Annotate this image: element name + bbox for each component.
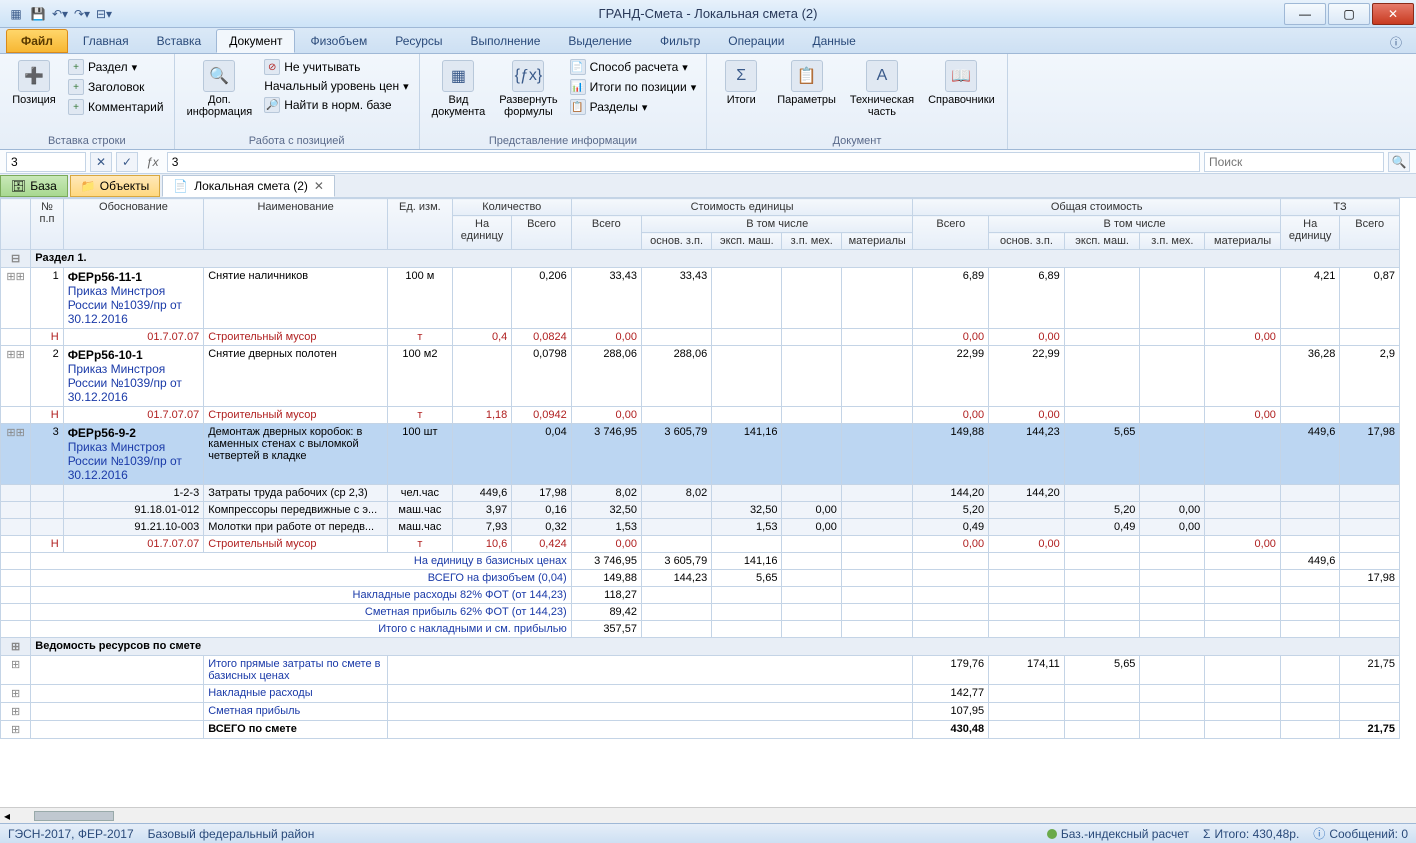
- db-icon: 🗄: [11, 179, 26, 193]
- total-row: ⊞ВСЕГО по смете430,4821,75: [1, 721, 1400, 739]
- app-icon: ▦: [8, 6, 24, 22]
- resource-row[interactable]: Н01.7.07.07Строительный мусорт1,180,0942…: [1, 407, 1400, 424]
- search-icon[interactable]: 🔍: [1388, 152, 1410, 172]
- total-row: ⊞Итого прямые затраты по смете в базисны…: [1, 656, 1400, 685]
- book-icon: 📖: [945, 60, 977, 92]
- doc-icon: 📄: [173, 179, 188, 193]
- nach-uroven-button[interactable]: Начальный уровень цен ▾: [262, 78, 410, 94]
- tab-vydelenie[interactable]: Выделение: [555, 29, 645, 53]
- summary-row: Итого с накладными и см. прибылью357,57: [1, 621, 1400, 638]
- window-title: ГРАНД-Смета - Локальная смета (2): [599, 6, 818, 21]
- status-bar: ГЭСН-2017, ФЕР-2017 Базовый федеральный …: [0, 823, 1416, 843]
- formula-bar: ✕ ✓ ƒx 🔍: [0, 150, 1416, 174]
- status-sum[interactable]: ΣИтого: 430,48р.: [1203, 827, 1299, 841]
- green-dot-icon: [1047, 829, 1057, 839]
- tab-strip: 🗄База 📁Объекты 📄 Локальная смета (2) ✕: [0, 174, 1416, 198]
- ribbon-tabs: Файл Главная Вставка Документ Физобъем Р…: [0, 28, 1416, 54]
- tab-dokument[interactable]: Документ: [216, 29, 295, 53]
- position-row[interactable]: ⊞⊞3ФЕРр56-9-2Приказ Минстроя России №103…: [1, 424, 1400, 485]
- summary-row: Накладные расходы 82% ФОТ (от 144,23)118…: [1, 587, 1400, 604]
- total-row: ⊞Накладные расходы142,77: [1, 685, 1400, 703]
- sub-row[interactable]: 1-2-3Затраты труда рабочих (ср 2,3)чел.ч…: [1, 485, 1400, 502]
- razdel-button[interactable]: +Раздел ▾: [66, 58, 166, 76]
- ribbon: ➕ Позиция +Раздел ▾ +Заголовок +Коммента…: [0, 54, 1416, 150]
- help-icon[interactable]: ⓘ: [1382, 32, 1410, 53]
- qat-more-icon[interactable]: ⊟▾: [96, 6, 112, 22]
- formula-input[interactable]: [167, 152, 1200, 172]
- maximize-button[interactable]: ▢: [1328, 3, 1370, 25]
- dop-info-button[interactable]: 🔍 Доп. информация: [183, 58, 257, 120]
- status-region: Базовый федеральный район: [148, 827, 315, 841]
- vedom-row[interactable]: ⊞Ведомость ресурсов по смете: [1, 638, 1400, 656]
- close-button[interactable]: ✕: [1372, 3, 1414, 25]
- sigma-small-icon: Σ: [1203, 827, 1210, 841]
- sub-row[interactable]: 91.21.10-003Молотки при работе от передв…: [1, 519, 1400, 536]
- search-input[interactable]: [1204, 152, 1384, 172]
- tech-chast-button[interactable]: A Техническая часть: [846, 58, 918, 120]
- summary-row: На единицу в базисных ценах3 746,953 605…: [1, 553, 1400, 570]
- resource-row[interactable]: Н01.7.07.07Строительный мусорт0,40,08240…: [1, 329, 1400, 346]
- undo-icon[interactable]: ↶▾: [52, 6, 68, 22]
- document-tab[interactable]: 📄 Локальная смета (2) ✕: [162, 175, 335, 197]
- razvernut-button[interactable]: {ƒx} Развернуть формулы: [495, 58, 561, 120]
- status-gesn: ГЭСН-2017, ФЕР-2017: [8, 827, 134, 841]
- close-tab-icon[interactable]: ✕: [314, 179, 324, 193]
- tab-fizobem[interactable]: Физобъем: [297, 29, 380, 53]
- section-row[interactable]: ⊟Раздел 1.: [1, 250, 1400, 268]
- tab-vypolnenie[interactable]: Выполнение: [458, 29, 554, 53]
- find-norm-button[interactable]: 🔎Найти в норм. базе: [262, 96, 410, 114]
- plus-icon: ➕: [18, 60, 50, 92]
- status-messages[interactable]: ⓘСообщений: 0: [1313, 825, 1408, 842]
- tab-vstavka[interactable]: Вставка: [144, 29, 215, 53]
- position-button[interactable]: ➕ Позиция: [8, 58, 60, 108]
- fx-icon: {ƒx}: [512, 60, 544, 92]
- total-row: ⊞Сметная прибыль107,95: [1, 703, 1400, 721]
- tab-operatsii[interactable]: Операции: [715, 29, 797, 53]
- resource-row[interactable]: Н01.7.07.07Строительный мусорт10,60,4240…: [1, 536, 1400, 553]
- summary-row: Сметная прибыль 62% ФОТ (от 144,23)89,42: [1, 604, 1400, 621]
- magnifier-icon: 🔍: [203, 60, 235, 92]
- tab-resursy[interactable]: Ресурсы: [382, 29, 455, 53]
- kommentariy-button[interactable]: +Комментарий: [66, 98, 166, 116]
- razdely-button[interactable]: 📋Разделы ▾: [568, 98, 699, 116]
- position-row[interactable]: ⊞⊞1ФЕРр56-11-1Приказ Минстроя России №10…: [1, 268, 1400, 329]
- titlebar: ▦ 💾 ↶▾ ↷▾ ⊟▾ ГРАНД-Смета - Локальная сме…: [0, 0, 1416, 28]
- grid-container[interactable]: № п.п Обоснование Наименование Ед. изм. …: [0, 198, 1416, 807]
- save-icon[interactable]: 💾: [30, 6, 46, 22]
- tab-glavnaya[interactable]: Главная: [70, 29, 142, 53]
- file-tab[interactable]: Файл: [6, 29, 68, 53]
- accept-icon[interactable]: ✓: [116, 152, 138, 172]
- baza-button[interactable]: 🗄База: [0, 175, 68, 197]
- minimize-button[interactable]: —: [1284, 3, 1326, 25]
- ne-uchityvat-button[interactable]: ⊘Не учитывать: [262, 58, 410, 76]
- name-box[interactable]: [6, 152, 86, 172]
- parametry-button[interactable]: 📋 Параметры: [773, 58, 840, 108]
- sub-row[interactable]: 91.18.01-012Компрессоры передвижные с э.…: [1, 502, 1400, 519]
- folder-icon: 📁: [81, 179, 96, 193]
- zagolovok-button[interactable]: +Заголовок: [66, 78, 166, 96]
- itogi-po-pozitsii-button[interactable]: 📊Итоги по позиции ▾: [568, 78, 699, 96]
- sigma-icon: Σ: [725, 60, 757, 92]
- horizontal-scrollbar[interactable]: ◂: [0, 807, 1416, 823]
- fx-label: ƒx: [142, 155, 163, 169]
- spravochniki-button[interactable]: 📖 Справочники: [924, 58, 999, 108]
- info-icon: ⓘ: [1313, 825, 1325, 842]
- tab-filter[interactable]: Фильтр: [647, 29, 713, 53]
- cancel-icon[interactable]: ✕: [90, 152, 112, 172]
- itogi-button[interactable]: Σ Итоги: [715, 58, 767, 108]
- sposob-rascheta-button[interactable]: 📄Способ расчета ▾: [568, 58, 699, 76]
- vid-dokumenta-button[interactable]: ▦ Вид документа: [428, 58, 490, 120]
- clipboard-icon: 📋: [791, 60, 823, 92]
- text-icon: A: [866, 60, 898, 92]
- summary-row: ВСЕГО на физобъем (0,04)149,88144,235,65…: [1, 570, 1400, 587]
- redo-icon[interactable]: ↷▾: [74, 6, 90, 22]
- status-calc[interactable]: Баз.-индексный расчет: [1047, 827, 1189, 841]
- estimate-grid[interactable]: № п.п Обоснование Наименование Ед. изм. …: [0, 198, 1400, 739]
- position-row[interactable]: ⊞⊞2ФЕРр56-10-1Приказ Минстроя России №10…: [1, 346, 1400, 407]
- tab-dannye[interactable]: Данные: [799, 29, 868, 53]
- grid-icon: ▦: [442, 60, 474, 92]
- objects-button[interactable]: 📁Объекты: [70, 175, 160, 197]
